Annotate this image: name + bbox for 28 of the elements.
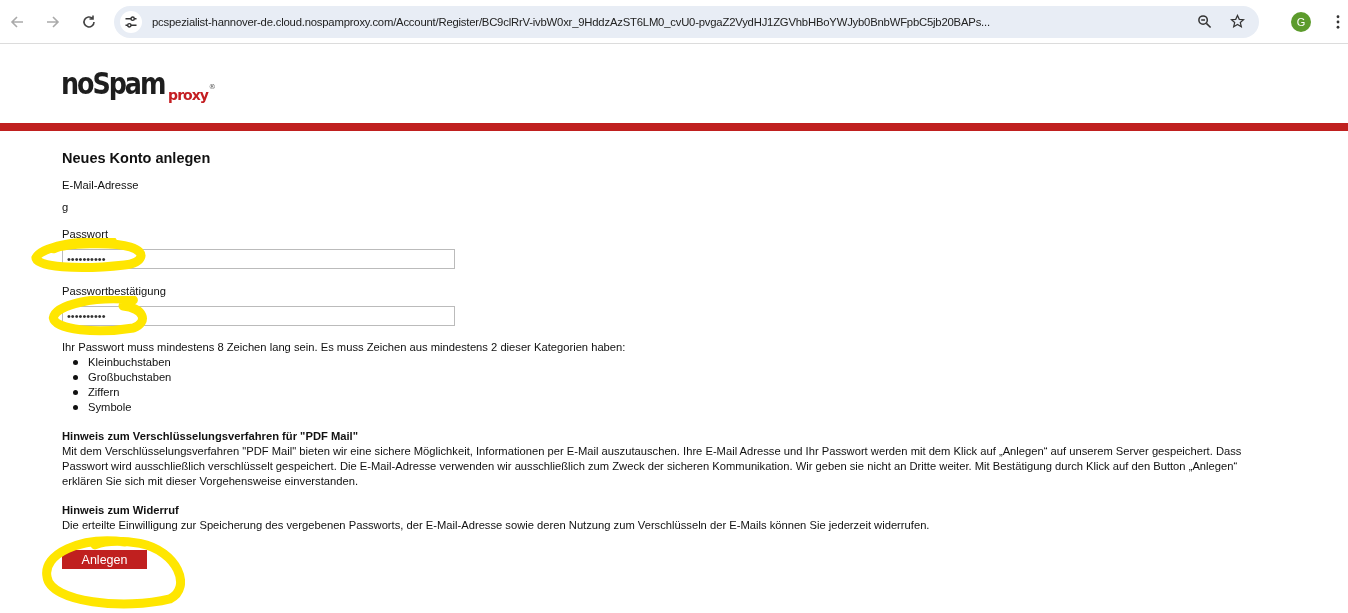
url-text: pcspezialist-hannover-de.cloud.nospamproxy.com/Account/Register/BC9clRrV-ivbW0xr_9HddzAzST6LM0_cvU0-pvgaZ2VydHJ1ZGVhbHBoYWJyb0BnbWFpbC5jb20BAPs... xyxy=(152,15,991,28)
menu-icon[interactable] xyxy=(1336,14,1340,29)
zoom-icon[interactable] xyxy=(1197,14,1212,29)
password-field[interactable]: •••••••••• xyxy=(62,249,455,269)
bullet-icon xyxy=(73,390,78,395)
password-field[interactable]: •••••••••• xyxy=(62,306,455,326)
requirement-item: Ziffern xyxy=(88,385,120,400)
notice-heading: Hinweis zum Verschlüsselungsverfahren für "PDF Mail" xyxy=(62,429,359,444)
requirement-item: Großbuchstaben xyxy=(88,370,172,385)
requirement-item: Symbole xyxy=(88,400,132,415)
requirements-text: Ihr Passwort muss mindestens 8 Zeichen lang sein. Es muss Zeichen aus mindestens 2 dieser Kategorien haben: xyxy=(62,340,627,355)
field-label: Passwortbestätigung xyxy=(62,284,167,299)
bullet-icon xyxy=(73,375,78,380)
reload-icon[interactable] xyxy=(81,13,97,30)
star-icon[interactable] xyxy=(1230,14,1245,29)
field-label: Passwort xyxy=(62,227,109,242)
notice-heading: Hinweis zum Widerruf xyxy=(62,503,180,518)
address-bar[interactable]: pcspezialist-hannover-de.cloud.nospamproxy.com/Account/Register/BC9clRrV-ivbW0xr_9HddzAzST6LM0_cvU0-pvgaZ2VydHJ1ZGVhbHBoYWJyb0BnbWFpbC5jb20BAPs... xyxy=(114,5,1259,38)
email-value: g xyxy=(62,200,70,215)
requirement-item: Kleinbuchstaben xyxy=(88,355,171,370)
site-settings-icon[interactable] xyxy=(120,10,142,33)
page-heading: Neues Konto anlegen xyxy=(62,149,212,167)
notice-text: Die erteilte Einwilligung zur Speicherung des vergebenen Passworts, der E-Mail-Adresse sowie deren Nutzung zum Verschlüsseln der E-Mails können Sie jederzeit widerrufen. xyxy=(62,518,931,533)
bullet-icon xyxy=(73,405,78,410)
bullet-icon xyxy=(73,360,78,365)
notice-text: Mit dem Verschlüsselungsverfahren "PDF Mail" bieten wir eine sichere Möglichkeit, Informationen per E-Mail auszutauschen. Ihre E-Mail Adresse und Ihr Passwort werden mit dem Klick auf „Anlegen“ auf unserem Server gespeichert. Dass Passwort wird ausschließlich verschlüsselt gespeichert. Die E-Mail-Adresse verwenden wir ausschließlich zum Zweck der sicheren Kommunikation. Wir geben sie nicht an Dritte weiter. Mit Bestätigung durch Klick auf den Button „Anlegen“ erklären Sie sich mit dieser Vorgehensweise einverstanden. xyxy=(62,444,1243,489)
create-button[interactable]: Anlegen xyxy=(62,550,147,569)
field-label: E-Mail-Adresse xyxy=(62,178,140,193)
